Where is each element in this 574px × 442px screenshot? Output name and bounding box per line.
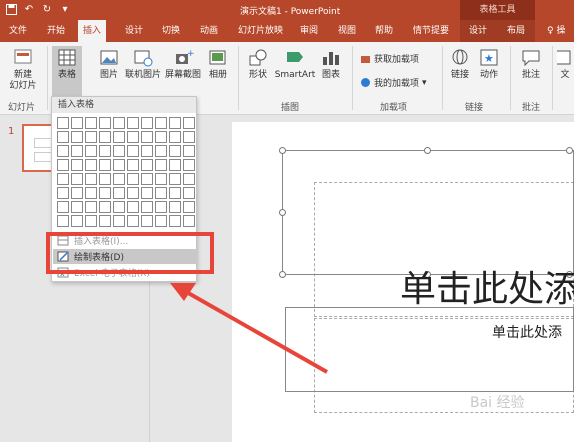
tab-help[interactable]: 帮助 — [370, 20, 398, 42]
window-title: 演示文稿1 - PowerPoint — [240, 7, 341, 17]
tab-animations[interactable]: 动画 — [195, 20, 223, 42]
my-addins-button[interactable]: 我的加载项 ▾ — [360, 76, 427, 89]
svg-text:+: + — [187, 49, 194, 59]
tab-transitions[interactable]: 切换 — [157, 20, 185, 42]
online-picture-button[interactable]: 联机图片 — [123, 48, 163, 81]
group-label-slides: 幻灯片 — [8, 103, 36, 113]
group-separator — [352, 46, 353, 110]
screenshot-button[interactable]: + 屏幕截图 — [163, 48, 203, 81]
new-slide-button[interactable]: 新建 幻灯片 — [6, 48, 40, 92]
new-slide-icon — [14, 49, 32, 64]
group-separator — [510, 46, 511, 110]
group-label-comments: 批注 — [522, 103, 541, 113]
addin-icon — [361, 78, 370, 87]
ribbon-tabs: 文件 开始 插入 设计 切换 动画 幻灯片放映 审阅 视图 帮助 情节提要 设计… — [0, 20, 574, 42]
text-button[interactable]: 文 — [557, 48, 573, 81]
resize-handle[interactable] — [424, 147, 431, 154]
chart-icon — [323, 52, 339, 65]
group-separator — [238, 46, 239, 110]
tab-insert[interactable]: 插入 — [78, 20, 107, 42]
tab-storyboard[interactable]: 情节提要 — [408, 20, 454, 42]
tab-table-layout[interactable]: 布局 — [502, 20, 530, 42]
online-picture-icon — [134, 50, 153, 67]
lightbulb-icon: ♀ — [547, 26, 554, 36]
watermark: Bai 经验 — [470, 395, 525, 411]
tab-home[interactable]: 开始 — [42, 20, 70, 42]
chart-button[interactable]: 图表 — [318, 48, 344, 81]
table-tools-label: 表格工具 — [460, 0, 535, 20]
resize-handle[interactable] — [279, 271, 286, 278]
picture-button[interactable]: 图片 — [96, 48, 122, 81]
annotation-highlight-box — [46, 232, 214, 274]
picture-icon — [100, 50, 118, 65]
star-icon: ★ — [480, 49, 498, 66]
tab-design[interactable]: 设计 — [120, 20, 148, 42]
redo-icon[interactable]: ↻ — [40, 2, 54, 16]
quick-access-toolbar: ↶ ↻ ▾ — [4, 2, 72, 16]
group-label-links: 链接 — [465, 103, 484, 113]
tab-file[interactable]: 文件 — [4, 20, 32, 42]
tab-tell-me[interactable]: ♀ 操 — [542, 20, 570, 42]
group-separator — [47, 46, 48, 110]
title-placeholder-text[interactable]: 单击此处添 — [400, 260, 574, 312]
globe-icon — [452, 49, 468, 65]
smartart-button[interactable]: SmartArt — [274, 48, 316, 81]
album-icon — [209, 50, 226, 65]
tab-table-design[interactable]: 设计 — [464, 20, 492, 42]
group-separator — [442, 46, 443, 110]
chevron-down-icon: ▾ — [422, 77, 427, 88]
resize-handle[interactable] — [566, 147, 573, 154]
tab-review[interactable]: 审阅 — [295, 20, 323, 42]
store-icon — [361, 56, 370, 63]
resize-handle[interactable] — [279, 209, 286, 216]
action-button[interactable]: ★ 动作 — [476, 48, 502, 81]
comment-icon — [522, 50, 540, 67]
dropdown-header: 插入表格 — [52, 97, 196, 113]
title-bar: ↶ ↻ ▾ 演示文稿1 - PowerPoint 表格工具 — [0, 0, 574, 20]
smartart-icon — [287, 52, 303, 62]
table-button[interactable]: 表格 — [52, 46, 82, 98]
undo-icon[interactable]: ↶ — [22, 2, 36, 16]
group-label-illustrations: 插图 — [281, 103, 300, 113]
save-icon[interactable] — [4, 2, 18, 16]
table-size-grid[interactable] — [57, 117, 196, 228]
subtitle-placeholder-text[interactable]: 单击此处添 — [492, 322, 562, 342]
inserted-shape-frame[interactable] — [282, 150, 574, 275]
customize-qat-icon[interactable]: ▾ — [58, 2, 72, 16]
group-label-addins: 加载项 — [380, 103, 408, 113]
slide-number: 1 — [8, 126, 15, 137]
textbox-icon — [557, 50, 571, 65]
svg-text:★: ★ — [484, 52, 494, 65]
link-button[interactable]: 链接 — [448, 48, 472, 81]
comment-button[interactable]: 批注 — [518, 48, 544, 81]
shapes-button[interactable]: 形状 — [245, 48, 271, 81]
table-icon — [58, 49, 76, 66]
group-separator — [552, 46, 553, 110]
subtitle-frame[interactable] — [285, 307, 574, 392]
get-addins-button[interactable]: 获取加载项 — [360, 52, 419, 65]
tab-view[interactable]: 视图 — [333, 20, 361, 42]
album-button[interactable]: 相册 — [205, 48, 231, 81]
screenshot-icon: + — [176, 49, 194, 64]
resize-handle[interactable] — [279, 147, 286, 154]
shapes-icon — [249, 49, 267, 66]
tab-slideshow[interactable]: 幻灯片放映 — [233, 20, 288, 42]
